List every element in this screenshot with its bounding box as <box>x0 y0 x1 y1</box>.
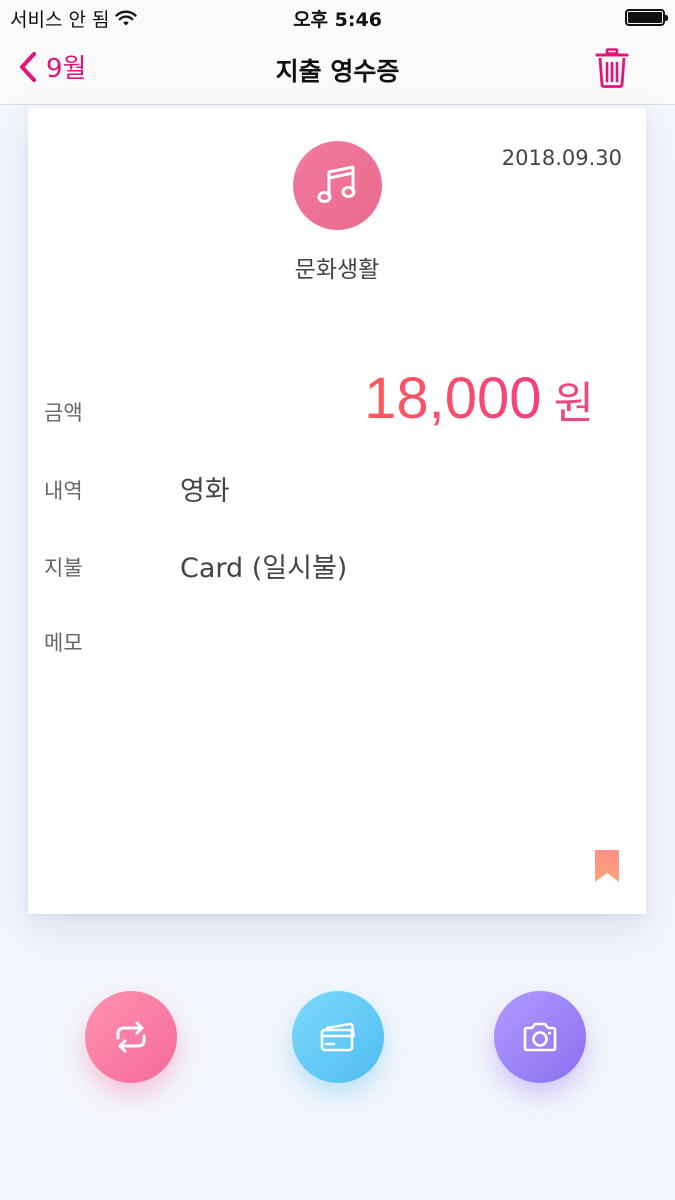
page-title: 지출 영수증 <box>275 57 400 86</box>
status-time: 오후 5:46 <box>293 9 382 31</box>
amount-value: 18,000 <box>364 366 542 431</box>
memo-label: 메모 <box>44 631 83 655</box>
amount-unit: 원 <box>553 378 594 429</box>
repeat-button[interactable] <box>85 991 177 1083</box>
amount-label: 금액 <box>44 401 83 425</box>
receipt-date: 2018.09.30 <box>501 146 622 170</box>
card-icon <box>320 1022 355 1052</box>
delete-button[interactable] <box>595 48 629 92</box>
receipt-card: 2018.09.30 문화생활 금액 18,000 원 내역 영화 지불 Car… <box>28 108 646 914</box>
payment-value: Card (일시불) <box>180 553 348 584</box>
detail-value: 영화 <box>180 476 230 507</box>
payment-label: 지불 <box>44 556 83 580</box>
status-bar: 서비스 안 됨 오후 5:46 <box>0 0 675 34</box>
category-badge <box>293 141 382 230</box>
battery-icon <box>625 9 668 26</box>
camera-button[interactable] <box>494 991 586 1083</box>
repeat-icon <box>116 1021 146 1053</box>
nav-bar: 9월 지출 영수증 <box>0 34 675 105</box>
category-label: 문화생활 <box>294 257 380 283</box>
amount-display: 18,000 원 <box>364 370 594 428</box>
trash-icon <box>595 48 629 88</box>
card-button[interactable] <box>292 991 384 1083</box>
music-note-icon <box>317 165 355 203</box>
camera-icon <box>523 1022 557 1052</box>
detail-label: 내역 <box>44 479 83 503</box>
bookmark-icon <box>595 850 619 882</box>
bookmark-button[interactable] <box>595 850 619 886</box>
